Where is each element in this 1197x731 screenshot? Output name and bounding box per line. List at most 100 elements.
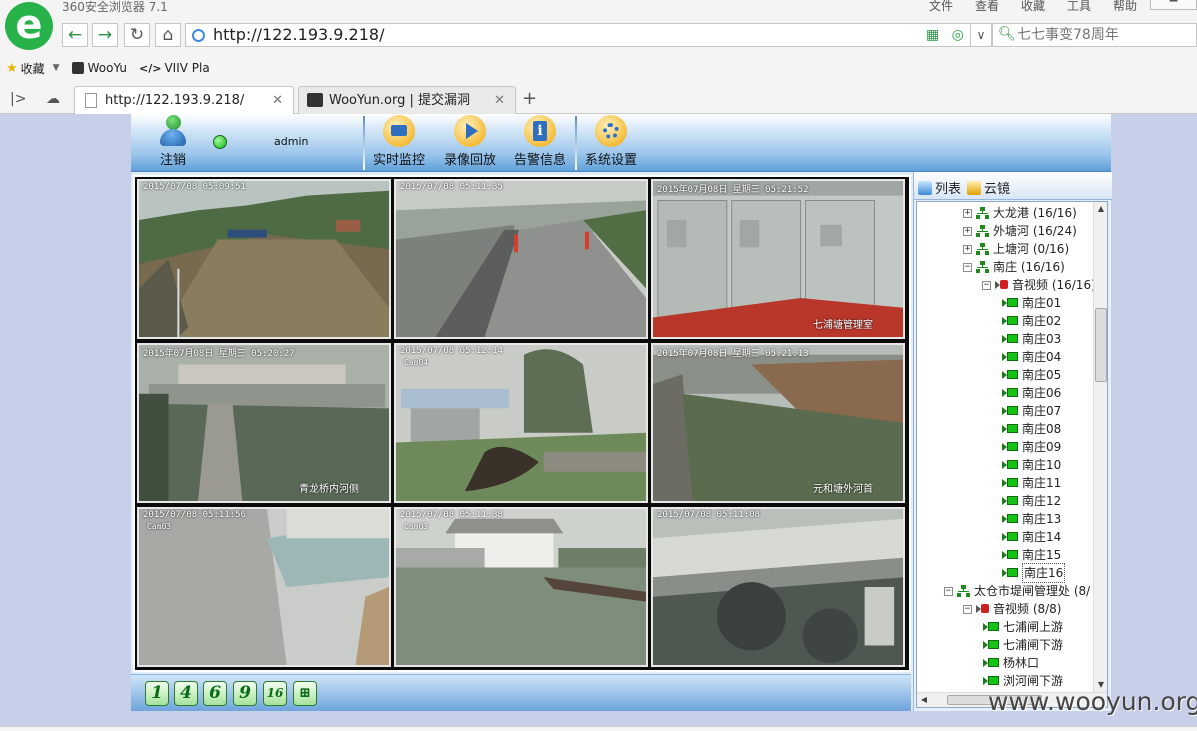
search-box[interactable]: 🔍︎	[992, 23, 1197, 47]
globe-icon	[192, 29, 205, 42]
logout-button[interactable]: 注销	[155, 115, 191, 168]
camera-view[interactable]: 2015/07/08 05:11:08	[651, 507, 905, 667]
tree-node-cam[interactable]: 南庄06	[1002, 384, 1061, 402]
tree-node-label: 南庄03	[1022, 332, 1062, 346]
expand-icon[interactable]: +	[963, 244, 972, 254]
browser-logo-letter: e	[15, 2, 43, 48]
tree-node-cam[interactable]: 杨林口	[983, 654, 1039, 672]
tree-node-cam[interactable]: 南庄02	[1002, 312, 1061, 330]
window-button[interactable]: ▀	[1150, 0, 1197, 10]
camera-view[interactable]: 2015年07月08日 星期三 05:20:27 青龙桥内河侧	[137, 343, 391, 503]
menu-tools[interactable]: 工具	[1056, 0, 1102, 14]
realtime-monitor-button[interactable]: 实时监控	[371, 115, 427, 168]
qr-code-icon[interactable]: ▦ ◎	[926, 27, 968, 43]
expand-icon[interactable]: +	[963, 226, 972, 236]
playback-button[interactable]: 录像回放	[442, 115, 498, 168]
camera-view[interactable]: 2015/07/08 05:11:35	[394, 179, 648, 339]
system-settings-button[interactable]: 系统设置	[583, 115, 639, 168]
navigation-bar: ← → ↻ ⌂ http://122.193.9.218/ ▦ ◎ ∨ 🔍︎	[62, 23, 1197, 48]
address-url[interactable]: http://122.193.9.218/	[213, 25, 384, 45]
tree-node-cam[interactable]: 南庄07	[1002, 402, 1061, 420]
tree-node-cam[interactable]: 南庄16	[1002, 563, 1066, 583]
scroll-left-icon[interactable]: ◀	[917, 693, 931, 707]
camera-view[interactable]: 2015/07/08 05:12:14 Cam04	[394, 343, 648, 503]
tree-node-cam[interactable]: 七浦闸下游	[983, 636, 1063, 654]
menu-view[interactable]: 查看	[964, 0, 1010, 14]
tree-node-org[interactable]: − 南庄 (16/16)	[963, 258, 1065, 276]
tree-node-cam[interactable]: 南庄12	[1002, 492, 1061, 510]
tree-node-cam[interactable]: 七浦闸上游	[983, 618, 1063, 636]
tree-node-av[interactable]: − 音视频 (16/16)	[982, 276, 1094, 294]
camera-timestamp: 2015/07/08 05:09:51	[143, 182, 246, 192]
tab-wooyun[interactable]: WooYun.org | 提交漏洞 ✕	[298, 86, 516, 114]
menu-help[interactable]: 帮助	[1102, 0, 1148, 14]
tree-node-org[interactable]: − 太仓市堤闸管理处 (8/	[944, 582, 1090, 600]
organization-icon	[976, 225, 989, 237]
menu-file[interactable]: 文件	[918, 0, 964, 14]
tree-node-org[interactable]: + 大龙港 (16/16)	[963, 204, 1077, 222]
bookmark-viiv[interactable]: </> VIIV Pla	[139, 61, 210, 75]
favorites-menu[interactable]: ★ 收藏 ▼	[6, 60, 60, 77]
tree-node-org[interactable]: + 上塘河 (0/16)	[963, 240, 1069, 258]
tree-node-org[interactable]: + 外塘河 (16/24)	[963, 222, 1077, 240]
camera-view[interactable]: 2015年07月08日 星期三 05:21:52 七浦塘管理室	[651, 179, 905, 339]
camera-view[interactable]: 2015/07/08 05:09:51	[137, 179, 391, 339]
scroll-up-icon[interactable]: ▲	[1094, 202, 1107, 216]
refresh-button[interactable]: ↻	[124, 23, 150, 47]
camera-view[interactable]: 2015年07月08日 星期三 05:21:13 元和塘外河首	[651, 343, 905, 503]
tree-node-cam[interactable]: 南庄14	[1002, 528, 1061, 546]
sidebar-toggle-icon[interactable]: |>	[10, 91, 26, 107]
tree-node-cam[interactable]: 南庄15	[1002, 546, 1061, 564]
expand-icon[interactable]: +	[963, 208, 972, 218]
home-button[interactable]: ⌂	[155, 23, 181, 47]
layout-16-button[interactable]: 16	[263, 681, 287, 706]
tab-list-label: 列表	[935, 182, 962, 197]
tree-node-cam[interactable]: 南庄09	[1002, 438, 1061, 456]
tree-node-cam[interactable]: 南庄04	[1002, 348, 1061, 366]
tab-current[interactable]: http://122.193.9.218/ ✕	[74, 86, 294, 114]
grid-icon: ⊞	[299, 685, 311, 701]
camera-view[interactable]: 2015/07/08 05:11:38 Cam03	[394, 507, 648, 667]
organization-icon	[976, 243, 989, 255]
tree-node-av[interactable]: − 音视频 (8/8)	[963, 600, 1062, 618]
layout-6-button[interactable]: 6	[203, 681, 227, 706]
tree-node-cam[interactable]: 南庄01	[1002, 294, 1061, 312]
cloud-icon[interactable]: ☁	[46, 91, 60, 107]
address-bar[interactable]: http://122.193.9.218/	[185, 23, 975, 47]
tree-node-cam[interactable]: 南庄03	[1002, 330, 1061, 348]
camera-icon	[1002, 423, 1018, 435]
layout-custom-button[interactable]: ⊞	[293, 681, 317, 706]
tree-node-cam[interactable]: 南庄11	[1002, 474, 1061, 492]
app-toolbar: 注销 admin 实时监控 录像回放 i 告警信息 系统设置	[131, 114, 1111, 172]
collapse-icon[interactable]: −	[944, 586, 953, 596]
collapse-icon[interactable]: −	[963, 604, 972, 614]
tree-node-cam[interactable]: 南庄08	[1002, 420, 1061, 438]
camera-icon	[1002, 549, 1018, 561]
alarm-info-button[interactable]: i 告警信息	[512, 115, 568, 168]
vertical-scrollbar[interactable]: ▲ ▼	[1093, 202, 1107, 692]
search-input[interactable]	[1015, 26, 1190, 44]
home-icon: ⌂	[162, 25, 174, 45]
back-button[interactable]: ←	[62, 23, 88, 47]
tree-node-cam[interactable]: 南庄13	[1002, 510, 1061, 528]
new-tab-button[interactable]: +	[522, 88, 537, 109]
layout-4-button[interactable]: 4	[174, 681, 198, 706]
forward-button[interactable]: →	[92, 23, 118, 47]
tree-node-cam[interactable]: 南庄05	[1002, 366, 1061, 384]
tab-list[interactable]: 列表	[918, 178, 961, 197]
camera-icon	[1002, 459, 1018, 471]
camera-view[interactable]: 2015/07/08 05:11:56 Cam03	[137, 507, 391, 667]
tree-node-cam[interactable]: 南庄10	[1002, 456, 1061, 474]
tab-ptz[interactable]: 云镜	[967, 178, 1010, 197]
scroll-thumb[interactable]	[1095, 308, 1107, 382]
menu-favorites[interactable]: 收藏	[1010, 0, 1056, 14]
close-icon[interactable]: ✕	[272, 87, 283, 114]
close-icon[interactable]: ✕	[494, 87, 505, 114]
collapse-icon[interactable]: −	[963, 262, 972, 272]
address-dropdown-button[interactable]: ∨	[970, 23, 992, 47]
layout-9-button[interactable]: 9	[233, 681, 257, 706]
bookmark-wooyun[interactable]: WooYu	[71, 61, 127, 75]
camera-location: 元和塘外河首	[813, 484, 873, 495]
collapse-icon[interactable]: −	[982, 280, 991, 290]
layout-1-button[interactable]: 1	[145, 681, 169, 706]
